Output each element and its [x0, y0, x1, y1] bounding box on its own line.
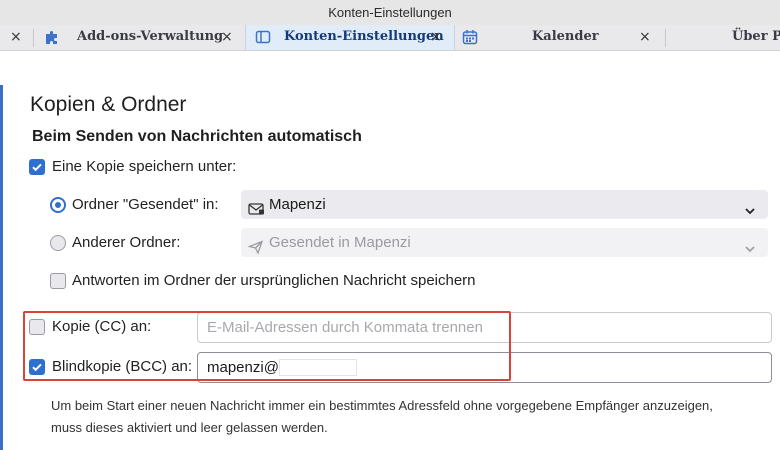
tab-label: Kalender — [532, 29, 599, 44]
pane-edge-accent — [0, 85, 3, 450]
other-folder-value: Gesendet in Mapenzi — [269, 234, 411, 251]
tab-label: Über Pr — [732, 29, 780, 44]
tab-ueber[interactable]: Über Pr — [666, 25, 780, 50]
chevron-down-icon — [744, 198, 756, 227]
bcc-label: Blindkopie (BCC) an: — [52, 358, 193, 375]
close-icon[interactable]: × — [639, 25, 651, 49]
bcc-value: mapenzi@ — [207, 359, 279, 376]
redaction-box — [279, 359, 357, 376]
tab-kalender[interactable]: Kalender × — [456, 25, 664, 50]
tab-konten-einstellungen[interactable]: Konten-Einstellungen × — [245, 25, 455, 50]
close-icon[interactable]: × — [221, 25, 233, 49]
mail-account-icon — [248, 197, 265, 226]
cc-label: Kopie (CC) an: — [52, 318, 152, 335]
tab-addons[interactable]: Add-ons-Verwaltung × — [34, 25, 244, 50]
sent-folder-value: Mapenzi — [269, 196, 326, 213]
tab-partial[interactable]: × — [0, 25, 30, 50]
sent-folder-radio[interactable] — [50, 197, 66, 213]
close-icon[interactable]: × — [10, 25, 22, 49]
hint-line-2: muss dieses aktiviert und leer gelassen … — [51, 420, 328, 435]
section-subtitle: Beim Senden von Nachrichten automatisch — [32, 128, 362, 145]
other-folder-select[interactable]: Gesendet in Mapenzi — [241, 228, 768, 257]
other-folder-label: Anderer Ordner: — [72, 234, 181, 251]
bcc-input[interactable]: mapenzi@ — [197, 352, 772, 383]
hint-text: Um beim Start einer neuen Nachricht imme… — [51, 395, 776, 439]
sent-folder-select[interactable]: Mapenzi — [241, 190, 768, 219]
save-copy-label: Eine Kopie speichern unter: — [52, 158, 237, 175]
bcc-checkbox[interactable] — [29, 359, 45, 375]
hint-line-1: Um beim Start einer neuen Nachricht imme… — [51, 398, 713, 413]
puzzle-icon — [44, 29, 60, 45]
reply-in-folder-checkbox[interactable] — [50, 273, 66, 289]
tab-bar: × Add-ons-Verwaltung × Konten-Einstellun… — [0, 25, 780, 51]
checkmark-icon — [32, 363, 42, 372]
save-copy-checkbox[interactable] — [29, 159, 45, 175]
chevron-down-icon — [744, 236, 756, 265]
sent-folder-label: Ordner "Gesendet" in: — [72, 196, 219, 213]
calendar-icon — [462, 29, 478, 45]
cc-checkbox[interactable] — [29, 319, 45, 335]
section-title: Kopien & Ordner — [30, 93, 187, 116]
other-folder-radio[interactable] — [50, 235, 66, 251]
tab-label: Add-ons-Verwaltung — [77, 29, 224, 44]
checkmark-icon — [32, 163, 42, 172]
reply-in-folder-label: Antworten im Ordner der ursprünglichen N… — [72, 272, 476, 289]
sidebar-icon — [255, 29, 271, 45]
tab-label: Konten-Einstellungen — [284, 29, 444, 44]
cc-input[interactable]: E-Mail-Adressen durch Kommata trennen — [197, 312, 772, 343]
window-title: Konten-Einstellungen — [0, 0, 780, 25]
send-icon — [247, 235, 264, 264]
close-icon[interactable]: × — [430, 25, 442, 49]
